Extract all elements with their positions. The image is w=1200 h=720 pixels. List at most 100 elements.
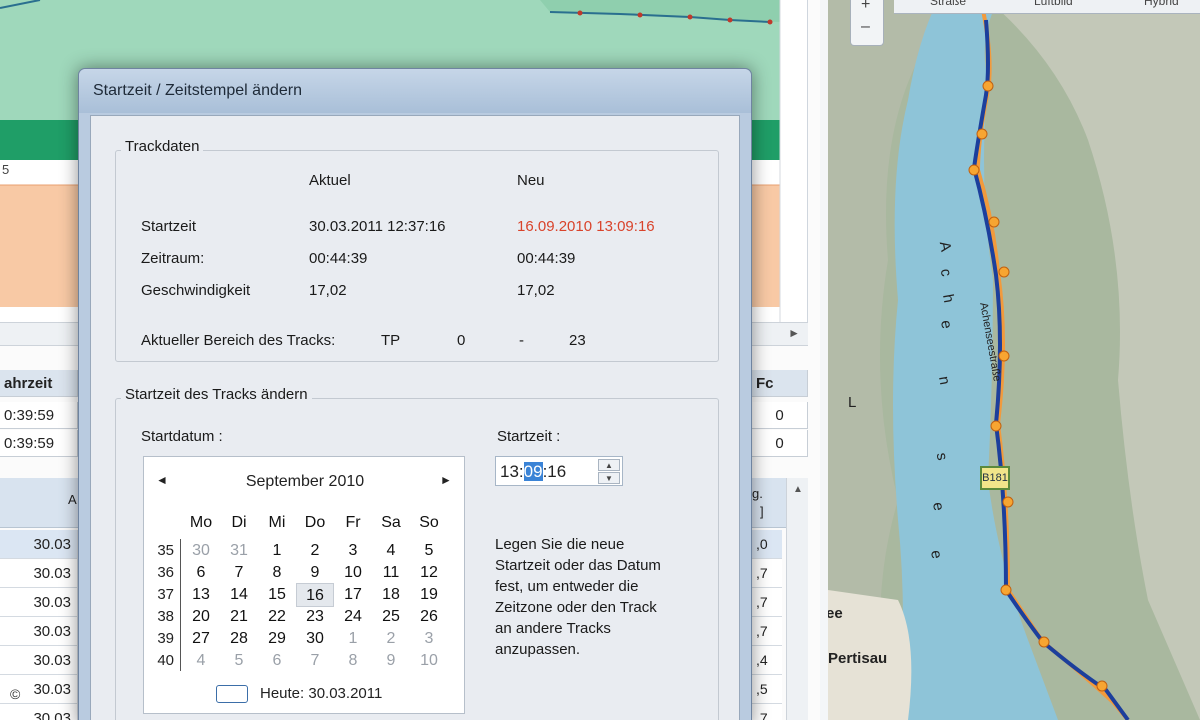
tab-luftbild[interactable]: Luftbild [1034, 0, 1073, 8]
calendar-day[interactable]: 3 [410, 627, 448, 651]
calendar-day[interactable]: 19 [410, 583, 448, 607]
calendar-day[interactable]: 12 [410, 561, 448, 585]
dialog-body: Trackdaten Aktuel Neu Startzeit 30.03.20… [90, 115, 740, 720]
speed-label: Geschwindigkeit [141, 282, 251, 299]
calendar-next-month-icon[interactable]: ► [440, 473, 452, 487]
date-picker-calendar[interactable]: September 2010 ◄ ► Mo Di Mi Do Fr Sa So … [143, 456, 465, 714]
calendar-prev-month-icon[interactable]: ◄ [156, 473, 168, 487]
calendar-day[interactable]: 20 [182, 605, 220, 629]
calendar-day[interactable]: 25 [372, 605, 410, 629]
weekday-header: Mi [268, 514, 286, 531]
week-number: 38 [157, 608, 174, 625]
map-view[interactable]: + – Straße Luftbild Hybrid A c h e n s e… [828, 0, 1200, 720]
week-number: 39 [157, 630, 174, 647]
calendar-day[interactable]: 7 [296, 649, 334, 673]
calendar-day[interactable]: 1 [334, 627, 372, 651]
calendar-day[interactable]: 27 [182, 627, 220, 651]
dialog-titlebar[interactable]: Startzeit / Zeitstempel ändern [79, 69, 751, 113]
time-minutes-selected[interactable]: 09 [523, 462, 543, 481]
grid-row-date[interactable]: 30.03 [0, 704, 78, 720]
calendar-day[interactable]: 24 [334, 605, 372, 629]
calendar-day[interactable]: 15 [258, 583, 296, 607]
grid-row-date[interactable]: 30.03 [0, 617, 78, 646]
calendar-day[interactable]: 29 [258, 627, 296, 651]
column-new-header: Neu [517, 172, 545, 189]
time-spin-up-icon[interactable]: ▲ [598, 459, 620, 471]
starttime-input-label: Startzeit : [497, 428, 561, 445]
calendar-day[interactable]: 26 [410, 605, 448, 629]
calendar-day[interactable]: 14 [220, 583, 258, 607]
calendar-day[interactable]: 10 [410, 649, 448, 673]
place-label-l: L [848, 394, 857, 411]
starttime-time-input[interactable]: 13:09:16 ▲ ▼ [495, 456, 623, 486]
weekday-header: Di [231, 514, 247, 531]
today-marker-icon[interactable] [216, 685, 248, 703]
calendar-day[interactable]: 3 [334, 539, 372, 563]
grid-row-date[interactable]: 30.03 [0, 559, 78, 588]
calendar-day[interactable]: 9 [296, 561, 334, 585]
trackdaten-group [115, 150, 719, 362]
cell-value: 0 [752, 402, 808, 429]
scroll-right-arrow[interactable]: ► [788, 326, 800, 340]
calendar-day[interactable]: 8 [258, 561, 296, 585]
calendar-day[interactable]: 5 [410, 539, 448, 563]
track-range-label: Aktueller Bereich des Tracks: [141, 332, 336, 349]
week-number: 40 [157, 652, 174, 669]
zoom-in-button[interactable]: + [861, 0, 870, 14]
grid-cell-value: ,7 [752, 588, 782, 617]
calendar-day[interactable]: 10 [334, 561, 372, 585]
scroll-up-arrow[interactable]: ▲ [793, 484, 803, 495]
grid-row-date[interactable]: 30.03 [0, 588, 78, 617]
grid-cell-value: ,7 [752, 559, 782, 588]
weekday-header: Sa [381, 514, 401, 531]
starttime-label: Startzeit [141, 218, 197, 235]
vertical-scrollbar[interactable]: ▲ [786, 478, 808, 720]
calendar-day[interactable]: 2 [372, 627, 410, 651]
hint-line: Legen Sie die neue [495, 536, 625, 553]
calendar-day[interactable]: 2 [296, 539, 334, 563]
speed-new-value: 17,02 [517, 282, 555, 299]
calendar-day[interactable]: 6 [258, 649, 296, 673]
calendar-day[interactable]: 5 [220, 649, 258, 673]
calendar-day[interactable]: 21 [220, 605, 258, 629]
time-value[interactable]: 13:09:16 [500, 462, 566, 482]
time-spin-down-icon[interactable]: ▼ [598, 472, 620, 484]
calendar-day[interactable]: 6 [182, 561, 220, 585]
time-seconds: :16 [542, 462, 567, 481]
grid-row-date[interactable]: 30.03 [0, 530, 78, 559]
calendar-day[interactable]: 13 [182, 583, 220, 607]
duration-label: Zeitraum: [141, 250, 205, 267]
calendar-day[interactable]: 9 [372, 649, 410, 673]
calendar-day[interactable]: 22 [258, 605, 296, 629]
week-number: 36 [157, 564, 174, 581]
tab-hybrid[interactable]: Hybrid [1144, 0, 1179, 8]
duration-new-value: 00:44:39 [517, 250, 576, 267]
cell-value: 0 [752, 430, 808, 457]
weekday-header: Fr [345, 514, 361, 531]
trackdaten-group-title: Trackdaten [121, 138, 204, 155]
zoom-out-button[interactable]: – [861, 18, 870, 36]
calendar-today-link[interactable]: Heute: 30.03.2011 [260, 685, 382, 702]
calendar-day[interactable]: 30 [182, 539, 220, 563]
copyright-symbol: © [10, 686, 21, 702]
grid-row-date[interactable]: 30.03 [0, 646, 78, 675]
map-zoom-control[interactable]: + – [850, 0, 884, 46]
calendar-day[interactable]: 11 [372, 561, 410, 585]
calendar-day-selected[interactable]: 16 [296, 583, 334, 607]
calendar-day[interactable]: 7 [220, 561, 258, 585]
calendar-day[interactable]: 17 [334, 583, 372, 607]
calendar-day[interactable]: 30 [296, 627, 334, 651]
calendar-day[interactable]: 31 [220, 539, 258, 563]
calendar-day[interactable]: 1 [258, 539, 296, 563]
road-sign-b181: B181 [980, 466, 1010, 490]
tab-strasse[interactable]: Straße [930, 0, 966, 8]
calendar-day[interactable]: 18 [372, 583, 410, 607]
calendar-day[interactable]: 23 [296, 605, 334, 629]
calendar-day[interactable]: 4 [182, 649, 220, 673]
map-type-tabs: Straße Luftbild Hybrid [894, 0, 1200, 14]
calendar-day[interactable]: 4 [372, 539, 410, 563]
calendar-day[interactable]: 28 [220, 627, 258, 651]
calendar-day[interactable]: 8 [334, 649, 372, 673]
starttime-new-value: 16.09.2010 13:09:16 [517, 218, 655, 235]
grid-header-a: A [68, 492, 77, 507]
